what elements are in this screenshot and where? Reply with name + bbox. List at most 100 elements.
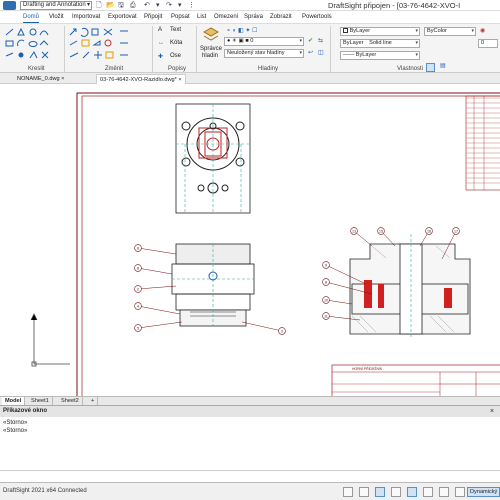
tab-list[interactable]: List bbox=[197, 11, 206, 23]
print-icon[interactable]: ⎙ bbox=[130, 1, 136, 10]
undo-icon[interactable]: ↶ bbox=[144, 1, 150, 10]
leader-line bbox=[137, 321, 183, 329]
callout-bottom-3: 3 bbox=[281, 329, 283, 333]
lineweight-line-icon: —— bbox=[343, 52, 355, 58]
drawing-svg: HORNÍ PŘÍDRŽNÍK 6 8 2 4 5 3 13 15 16 17 9 8 10 11 bbox=[30, 92, 500, 396]
redo-dropdown-icon[interactable]: ▾ bbox=[178, 1, 182, 10]
command-history-line: «Storno» bbox=[3, 428, 28, 434]
tab-omezeni[interactable]: Omezení bbox=[214, 11, 238, 23]
command-window: Příkazové okno × «Storno» «Storno» bbox=[0, 405, 500, 483]
doc-tab-label: NONAME_0.dwg bbox=[17, 76, 60, 82]
workspace-label: Drafting and Annotation bbox=[23, 2, 86, 8]
transparency-icon[interactable]: ◉ bbox=[480, 27, 485, 34]
dynamic-label: Dynamický bbox=[470, 489, 498, 495]
close-icon[interactable]: × bbox=[178, 77, 181, 83]
list-icon[interactable]: ▤ bbox=[440, 62, 446, 69]
callout-right-13: 13 bbox=[352, 229, 356, 233]
callout-left-2: 2 bbox=[137, 287, 139, 291]
tab-pripojit[interactable]: Připojit bbox=[144, 11, 162, 23]
leader-line bbox=[137, 305, 181, 315]
chevron-down-icon: ▾ bbox=[86, 2, 90, 8]
ribbon-separator bbox=[196, 26, 197, 72]
linetype-combo[interactable]: ByLayer Solid line ▾ bbox=[340, 39, 420, 48]
tab-sprava[interactable]: Správa bbox=[244, 11, 263, 23]
tab-powertools[interactable]: Powertools bbox=[302, 11, 332, 23]
customize-qat-icon[interactable]: ⋮ bbox=[188, 1, 195, 10]
layer-combo[interactable]: ● ☀ ▣ ■ 0 ▾ bbox=[224, 37, 304, 46]
esnap-toggle[interactable] bbox=[407, 487, 417, 497]
centerline-button[interactable]: Ose bbox=[170, 53, 181, 59]
layer-manager-label-2: hladin bbox=[202, 53, 219, 59]
layers-icon bbox=[202, 27, 220, 41]
close-icon[interactable]: × bbox=[490, 408, 494, 415]
draw-tools-icons[interactable] bbox=[4, 27, 64, 63]
tab-domu[interactable]: Domů bbox=[23, 11, 40, 23]
chevron-down-icon: ▾ bbox=[299, 50, 302, 56]
drawing-canvas[interactable]: HORNÍ PŘÍDRŽNÍK 6 8 2 4 5 3 13 15 16 17 9 8 10 11 bbox=[0, 84, 500, 396]
command-history-line: «Storno» bbox=[3, 420, 28, 426]
grid-toggle[interactable] bbox=[359, 487, 369, 497]
callout-left-5: 5 bbox=[137, 326, 139, 330]
status-text: DraftSight 2021 x64 Connected bbox=[3, 488, 87, 494]
close-icon[interactable]: × bbox=[61, 76, 64, 82]
workspace-selector[interactable]: Drafting and Annotation ▾ bbox=[20, 1, 92, 10]
ortho-toggle[interactable] bbox=[375, 487, 385, 497]
group-label-kreslit: Kreslit bbox=[28, 66, 45, 72]
callout-left-6: 6 bbox=[137, 246, 139, 250]
callout-right-15: 15 bbox=[379, 229, 383, 233]
text-tool-icon[interactable]: A bbox=[158, 27, 162, 33]
open-folder-icon[interactable]: 📂 bbox=[106, 1, 115, 10]
layer-previous-icon[interactable]: ↩ bbox=[308, 49, 313, 56]
dimension-icon[interactable]: ↔ bbox=[158, 40, 164, 46]
parts-list-rows bbox=[466, 97, 500, 184]
callout-right-16: 16 bbox=[427, 229, 431, 233]
title-bar: Drafting and Annotation ▾ 🗋 📂 🖫 ⎙ ↶ ▾ ↷ … bbox=[0, 0, 500, 11]
dimension-button[interactable]: Kóta bbox=[170, 40, 182, 46]
transparency-field[interactable]: 0 bbox=[478, 39, 498, 48]
chevron-down-icon: ▾ bbox=[415, 52, 418, 58]
tab-zobrazit[interactable]: Zobrazit bbox=[270, 11, 292, 23]
group-label-zmenit: Změnit bbox=[104, 66, 124, 72]
check-icon[interactable]: ✔ bbox=[308, 37, 313, 44]
polar-toggle[interactable] bbox=[391, 487, 401, 497]
leader-line bbox=[325, 299, 353, 305]
layer-state-combo[interactable]: Neuložený stav hladiny ▾ bbox=[224, 49, 304, 58]
callout-right-10: 10 bbox=[324, 298, 328, 302]
undo-dropdown-icon[interactable]: ▾ bbox=[156, 1, 160, 10]
app-logo-icon[interactable] bbox=[3, 1, 16, 10]
redo-icon[interactable]: ↷ bbox=[166, 1, 172, 10]
leader-line bbox=[137, 267, 173, 275]
snap-toggle[interactable] bbox=[343, 487, 353, 497]
etrack-toggle[interactable] bbox=[423, 487, 433, 497]
lineweight-combo[interactable]: —— ByLayer ▾ bbox=[340, 51, 420, 60]
callout-right-8: 8 bbox=[325, 280, 327, 284]
text-tool-button[interactable]: Text bbox=[170, 27, 181, 33]
lineweight-toggle[interactable] bbox=[439, 487, 449, 497]
centerline-icon[interactable]: ✚ bbox=[158, 53, 163, 60]
dynamic-input-toggle[interactable]: Dynamický bbox=[467, 487, 500, 497]
document-tabs: NONAME_0.dwg × 03-76-4642-XVO-Razidlo.dw… bbox=[0, 73, 500, 84]
tab-vlozit[interactable]: Vložit bbox=[49, 11, 64, 23]
title-block-text: HORNÍ PŘÍDRŽNÍK bbox=[352, 366, 383, 371]
new-file-icon[interactable]: 🗋 bbox=[96, 1, 102, 10]
plotstyle-combo[interactable]: ByColor ▾ bbox=[424, 27, 476, 36]
tab-importovat[interactable]: Importovat bbox=[72, 11, 100, 23]
layer-manager-button[interactable] bbox=[202, 27, 220, 43]
layer-state-value: Neuložený stav hladiny bbox=[227, 50, 285, 56]
color-swatch-icon bbox=[343, 28, 348, 34]
tab-exportovat[interactable]: Exportovat bbox=[108, 11, 137, 23]
ribbon-tabs: Domů Vložit Importovat Exportovat Připoj… bbox=[0, 11, 500, 23]
quickinput-toggle[interactable] bbox=[455, 487, 465, 497]
color-combo[interactable]: ByLayer ▾ bbox=[340, 27, 420, 36]
doc-tab-razidlo[interactable]: 03-76-4642-XVO-Razidlo.dwg* × bbox=[96, 74, 186, 84]
tab-popsat[interactable]: Popsat bbox=[171, 11, 190, 23]
match-properties-icon[interactable] bbox=[426, 63, 435, 72]
leader-line bbox=[241, 321, 283, 332]
layer-match-icon[interactable]: ⇆ bbox=[318, 37, 323, 44]
modify-tools-icons[interactable] bbox=[68, 27, 150, 63]
layer-tools-icons[interactable]: ⚬ ◐ ◧ ✦ ☐ bbox=[226, 27, 257, 34]
layer-isolate-icon[interactable]: ◫ bbox=[318, 49, 324, 56]
linetype-name: Solid line bbox=[369, 40, 392, 46]
save-icon[interactable]: 🖫 bbox=[118, 1, 124, 10]
doc-tab-noname[interactable]: NONAME_0.dwg × bbox=[14, 74, 67, 84]
